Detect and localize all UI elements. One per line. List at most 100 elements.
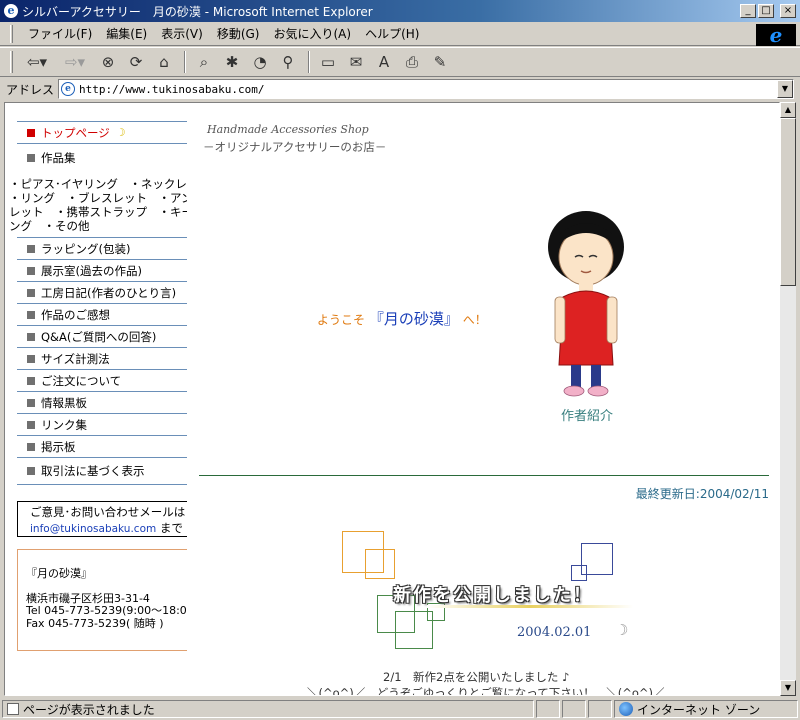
mail-icon[interactable]: ✉ bbox=[343, 50, 369, 74]
menu-favorites[interactable]: お気に入り(A) bbox=[266, 23, 358, 44]
moon-icon: ☽ bbox=[615, 621, 629, 639]
font-size-icon[interactable]: A bbox=[371, 50, 397, 74]
nav-size-guide[interactable]: サイズ計測法 bbox=[17, 347, 187, 369]
nav-top-page[interactable]: トップページ ☽ bbox=[17, 121, 187, 143]
main-content-frame: Handmade Accessories Shop －オリジナルアクセサリーのお… bbox=[187, 103, 779, 696]
nav-label: 取引法に基づく表示 bbox=[41, 464, 145, 478]
status-pane bbox=[588, 700, 612, 718]
menu-view[interactable]: 表示(V) bbox=[154, 23, 210, 44]
menu-grip bbox=[10, 24, 13, 43]
search-icon[interactable]: ⌕ bbox=[191, 50, 217, 74]
nav-label: サイズ計測法 bbox=[41, 351, 110, 366]
nav-label: トップページ bbox=[41, 125, 110, 140]
bullet-square-icon bbox=[27, 398, 35, 407]
scroll-thumb[interactable] bbox=[780, 118, 796, 286]
nav-label: リンク集 bbox=[41, 417, 87, 432]
page-icon: e bbox=[61, 82, 76, 96]
print-icon[interactable]: ⎙ bbox=[399, 50, 425, 74]
home-icon[interactable]: ⌂ bbox=[151, 50, 177, 74]
address-url[interactable]: http://www.tukinosabaku.com/ bbox=[79, 83, 777, 96]
works-category-line[interactable]: レット ・携帯ストラップ ・キー bbox=[9, 205, 187, 219]
headline-underline bbox=[427, 605, 633, 608]
nav-bbs[interactable]: 掲示板 bbox=[17, 435, 187, 457]
last-updated: 最終更新日:2004/02/11 bbox=[635, 487, 769, 501]
menu-file[interactable]: ファイル(F) bbox=[21, 23, 99, 44]
contact-text: ご意見･お問い合わせメールは bbox=[30, 505, 186, 519]
nav-wrapping[interactable]: ラッピング(包装) bbox=[17, 237, 187, 259]
toolbar-separator bbox=[184, 51, 186, 73]
works-categories: ・ピアス･イヤリング ・ネックレ ・リング ・ブレスレット ・アン レット ・携… bbox=[7, 171, 187, 237]
news-headline: 新作を公開しました！ bbox=[393, 585, 593, 606]
bullet-square-icon bbox=[27, 354, 35, 363]
minimize-button[interactable]: _ bbox=[740, 4, 756, 18]
menu-go[interactable]: 移動(G) bbox=[210, 23, 267, 44]
nav-label: 展示室(過去の作品) bbox=[41, 263, 142, 278]
works-category-line[interactable]: ・リング ・ブレスレット ・アン bbox=[9, 191, 187, 205]
nav-label: 作品のご感想 bbox=[41, 307, 110, 322]
contact-box: ご意見･お問い合わせメールは info@tukinosabaku.com まで bbox=[17, 501, 187, 537]
nav-qa[interactable]: Q&A(ご質問への回答) bbox=[17, 325, 187, 347]
author-profile-link[interactable]: 作者紹介 bbox=[561, 405, 613, 424]
deco-square-orange bbox=[365, 549, 395, 579]
author-character-illustration[interactable] bbox=[541, 205, 631, 405]
works-category-line[interactable]: ・ピアス･イヤリング ・ネックレ bbox=[9, 177, 187, 191]
bullet-square-icon bbox=[27, 332, 35, 341]
address-bar: アドレス e http://www.tukinosabaku.com/ ▼ bbox=[0, 78, 800, 100]
shop-fax: Fax 045-773-5239( 随時 ) bbox=[26, 616, 164, 630]
nav-label: 作品集 bbox=[41, 150, 76, 165]
moon-icon: ☽ bbox=[115, 126, 126, 139]
edit-icon[interactable]: ✎ bbox=[427, 50, 453, 74]
address-dropdown-button[interactable]: ▼ bbox=[777, 80, 793, 98]
status-pane bbox=[536, 700, 560, 718]
nav-legal[interactable]: 取引法に基づく表示 bbox=[17, 457, 187, 485]
menu-help[interactable]: ヘルプ(H) bbox=[358, 23, 426, 44]
contact-email-link[interactable]: info@tukinosabaku.com bbox=[30, 523, 156, 535]
close-button[interactable]: × bbox=[780, 4, 796, 18]
title-bar: e シルバーアクセサリー 月の砂漠 - Microsoft Internet E… bbox=[0, 0, 800, 22]
status-zone-pane: インターネット ゾーン bbox=[614, 700, 798, 718]
nav-reviews[interactable]: 作品のご感想 bbox=[17, 303, 187, 325]
main-vertical-scrollbar[interactable]: ▲ ▼ bbox=[780, 102, 796, 696]
page-viewport: トップページ ☽ 作品集 ・ピアス･イヤリング ・ネックレ ・リング ・ブレスレ… bbox=[4, 102, 780, 696]
shop-tel: Tel 045-773-5239(9:00～18:00 bbox=[26, 604, 187, 617]
nav-label: 情報黒板 bbox=[41, 395, 87, 410]
status-text: ページが表示されました bbox=[23, 702, 155, 717]
back-arrow-icon[interactable]: ⇦▾ bbox=[19, 50, 55, 74]
bullet-square-icon bbox=[27, 153, 35, 162]
nav-links[interactable]: リンク集 bbox=[17, 413, 187, 435]
shop-tagline-en: Handmade Accessories Shop bbox=[207, 123, 369, 136]
nav-ordering[interactable]: ご注文について bbox=[17, 369, 187, 391]
bullet-square-icon bbox=[27, 244, 35, 253]
refresh-icon[interactable]: ⟳ bbox=[123, 50, 149, 74]
fullscreen-icon[interactable]: ▭ bbox=[315, 50, 341, 74]
nav-works[interactable]: 作品集 bbox=[17, 143, 187, 171]
favorites-icon[interactable]: ✱ bbox=[219, 50, 245, 74]
news-text-2: ＼(^o^)／ どうぞごゆっくりとご覧になって下さい！ ＼(^o^)／ bbox=[307, 686, 665, 696]
nav-label: ラッピング(包装) bbox=[41, 241, 131, 256]
page-done-icon bbox=[7, 703, 19, 715]
stop-icon[interactable]: ⊗ bbox=[95, 50, 121, 74]
welcome-site-name: 『月の砂漠』 bbox=[368, 310, 459, 328]
nav-gallery[interactable]: 展示室(過去の作品) bbox=[17, 259, 187, 281]
news-date: 2004.02.01 bbox=[517, 625, 592, 640]
scroll-up-button[interactable]: ▲ bbox=[780, 102, 796, 118]
welcome-prefix: ようこそ bbox=[317, 313, 366, 327]
menu-bar: ファイル(F) 編集(E) 表示(V) 移動(G) お気に入り(A) ヘルプ(H… bbox=[0, 22, 800, 46]
bullet-square-icon bbox=[27, 420, 35, 429]
nav-info-board[interactable]: 情報黒板 bbox=[17, 391, 187, 413]
menu-edit[interactable]: 編集(E) bbox=[99, 23, 154, 44]
bullet-square-icon bbox=[27, 310, 35, 319]
nav-menu: トップページ ☽ 作品集 ・ピアス･イヤリング ・ネックレ ・リング ・ブレスレ… bbox=[9, 121, 187, 485]
status-bar: ページが表示されました インターネット ゾーン bbox=[0, 698, 800, 720]
channels-icon[interactable]: ⚲ bbox=[275, 50, 301, 74]
shop-name: 『月の砂漠』 bbox=[26, 567, 92, 580]
history-icon[interactable]: ◔ bbox=[247, 50, 273, 74]
scroll-down-button[interactable]: ▼ bbox=[780, 680, 796, 696]
maximize-button[interactable]: □ bbox=[758, 4, 774, 18]
forward-arrow-icon[interactable]: ⇨▾ bbox=[57, 50, 93, 74]
nav-diary[interactable]: 工房日記(作者のひとり言) bbox=[17, 281, 187, 303]
works-category-line[interactable]: ング ・その他 bbox=[9, 219, 187, 233]
toolbar-grip bbox=[10, 51, 13, 73]
address-input[interactable]: e http://www.tukinosabaku.com/ ▼ bbox=[58, 79, 794, 99]
bullet-square-icon bbox=[27, 128, 35, 137]
